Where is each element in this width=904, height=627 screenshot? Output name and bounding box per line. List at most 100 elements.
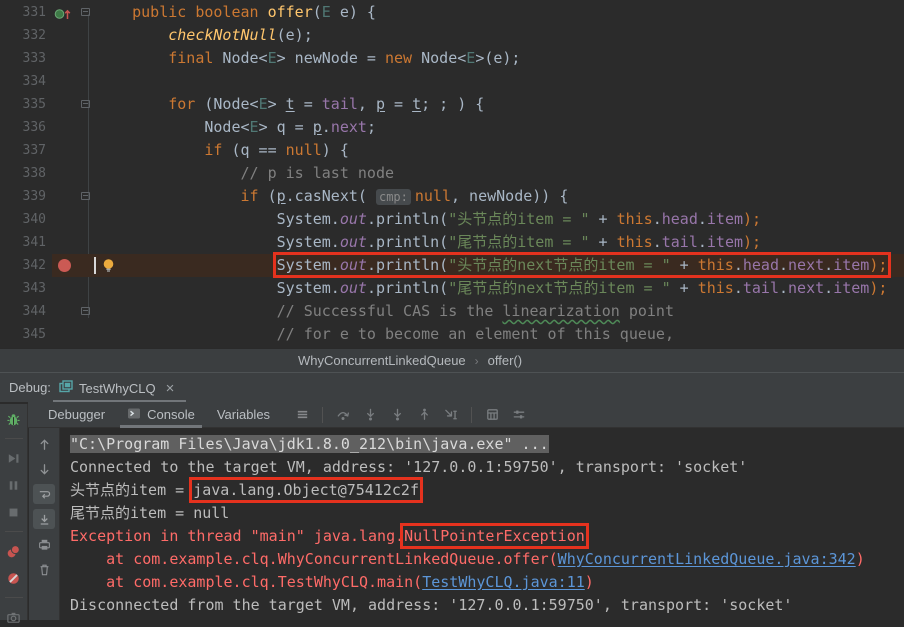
console-text: at com.example.clq.WhyConcurrentLinkedQu…	[70, 550, 558, 568]
view-breakpoints-icon[interactable]	[3, 541, 25, 561]
soft-wrap-icon[interactable]	[33, 484, 55, 504]
gutter[interactable]	[52, 185, 78, 208]
run-to-cursor-icon[interactable]	[440, 405, 462, 425]
code-text[interactable]: System.out.println("头节点的next节点的item = " …	[94, 252, 904, 280]
gutter[interactable]	[52, 254, 78, 277]
gutter[interactable]	[52, 24, 78, 47]
breadcrumb-class[interactable]: WhyConcurrentLinkedQueue	[298, 353, 466, 368]
code-text[interactable]: // p is last node	[96, 162, 904, 185]
code-text[interactable]: checkNotNull(e);	[96, 24, 904, 47]
code-line: 335 for (Node<E> t = tail, p = t; ; ) {	[0, 93, 904, 116]
console-text: Exception in thread "main" java.lang.	[70, 527, 405, 545]
gutter[interactable]	[52, 47, 78, 70]
code-text[interactable]: if (p.casNext( cmp: null, newNode)) {	[96, 185, 904, 208]
intention-bulb-icon[interactable]	[102, 257, 115, 280]
fold-marker-icon[interactable]	[81, 192, 90, 200]
separator	[471, 406, 473, 423]
code-text[interactable]: System.out.println("头节点的item = " + this.…	[96, 208, 904, 231]
code-text[interactable]: // for e to become an element of this qu…	[96, 323, 904, 346]
fold-column	[78, 70, 96, 93]
close-icon[interactable]: ×	[166, 381, 175, 396]
code-text[interactable]	[96, 70, 904, 93]
clear-all-icon[interactable]	[33, 559, 55, 579]
code-text[interactable]: public boolean offer(E e) {	[96, 1, 904, 24]
fold-column	[78, 162, 96, 185]
annotation-red-box: NullPointerException	[400, 523, 589, 549]
thread-dump-camera-icon[interactable]	[3, 607, 25, 627]
step-out-icon[interactable]	[413, 405, 435, 425]
line-number: 345	[22, 327, 46, 342]
debug-toolbar-row: Debugger Console Variables	[28, 402, 904, 428]
caret	[94, 257, 96, 274]
tab-debugger[interactable]: Debugger	[37, 402, 116, 428]
up-the-stack-icon[interactable]	[33, 434, 55, 454]
breakpoint-icon[interactable]	[58, 259, 71, 272]
stop-icon[interactable]	[3, 502, 25, 522]
code-line: 333 final Node<E> newNode = new Node<E>(…	[0, 47, 904, 70]
code-text[interactable]: System.out.println("尾节点的item = " + this.…	[96, 231, 904, 254]
console-line: Disconnected from the target VM, address…	[70, 594, 904, 617]
gutter[interactable]	[52, 162, 78, 185]
console-text: )	[855, 550, 865, 568]
resume-icon[interactable]	[3, 448, 25, 468]
console-line: Connected to the target VM, address: '12…	[70, 456, 904, 479]
gutter[interactable]	[52, 1, 78, 24]
pause-icon[interactable]	[3, 475, 25, 495]
code-text[interactable]: // Successful CAS is the linearization p…	[96, 300, 904, 323]
fold-column	[78, 116, 96, 139]
code-editor[interactable]: 331 public boolean offer(E e) {332 check…	[0, 0, 904, 348]
debug-session-tab[interactable]: TestWhyCLQ ×	[53, 373, 186, 403]
gutter[interactable]	[52, 70, 78, 93]
stack-trace-link[interactable]: WhyConcurrentLinkedQueue.java:342	[558, 550, 856, 568]
code-line: 340 System.out.println("头节点的item = " + t…	[0, 208, 904, 231]
gutter[interactable]	[52, 139, 78, 162]
console-text: )	[584, 573, 594, 591]
code-line: 341 System.out.println("尾节点的item = " + t…	[0, 231, 904, 254]
separator	[4, 531, 23, 532]
console-output[interactable]: "C:\Program Files\Java\jdk1.8.0_212\bin\…	[60, 428, 904, 620]
gutter[interactable]	[52, 323, 78, 346]
line-number: 334	[22, 74, 46, 89]
gutter[interactable]	[52, 300, 78, 323]
fold-marker-icon[interactable]	[81, 8, 90, 16]
debug-window-icon	[59, 380, 73, 396]
console-line: "C:\Program Files\Java\jdk1.8.0_212\bin\…	[70, 433, 904, 456]
code-text[interactable]: Node<E> q = p.next;	[96, 116, 904, 139]
scroll-to-end-icon[interactable]	[33, 509, 55, 529]
gutter[interactable]	[52, 277, 78, 300]
gutter[interactable]	[52, 93, 78, 116]
debug-header-row: Debug: TestWhyCLQ ×	[0, 372, 904, 403]
code-line: 336 Node<E> q = p.next;	[0, 116, 904, 139]
code-lines: 331 public boolean offer(E e) {332 check…	[0, 1, 904, 346]
line-number: 342	[22, 258, 46, 273]
console-side-toolbar	[29, 428, 60, 620]
fold-column	[78, 300, 96, 323]
code-text[interactable]: final Node<E> newNode = new Node<E>(e);	[96, 47, 904, 70]
print-icon[interactable]	[33, 534, 55, 554]
console-text: "C:\Program Files\Java\jdk1.8.0_212\bin\…	[70, 435, 549, 453]
down-the-stack-icon[interactable]	[33, 459, 55, 479]
step-over-icon[interactable]	[332, 405, 354, 425]
gutter[interactable]	[52, 208, 78, 231]
step-into-icon[interactable]	[359, 405, 381, 425]
tab-console[interactable]: Console	[116, 402, 206, 428]
fold-column	[78, 231, 96, 254]
code-text[interactable]: System.out.println("尾节点的next节点的item = " …	[96, 277, 904, 300]
settings-menu-icon[interactable]	[291, 405, 313, 425]
gutter[interactable]	[52, 231, 78, 254]
rerun-debug-icon[interactable]	[3, 409, 25, 429]
tab-variables[interactable]: Variables	[206, 402, 281, 428]
evaluate-expression-icon[interactable]	[481, 405, 503, 425]
line-number: 343	[22, 281, 46, 296]
gutter[interactable]	[52, 116, 78, 139]
code-text[interactable]: if (q == null) {	[96, 139, 904, 162]
mute-breakpoints-icon[interactable]	[3, 568, 25, 588]
fold-marker-icon[interactable]	[81, 307, 90, 315]
layout-settings-icon[interactable]	[508, 405, 530, 425]
fold-marker-icon[interactable]	[81, 100, 90, 108]
code-text[interactable]: for (Node<E> t = tail, p = t; ; ) {	[96, 93, 904, 116]
stack-trace-link[interactable]: TestWhyCLQ.java:11	[422, 573, 585, 591]
breadcrumb-method[interactable]: offer()	[488, 353, 522, 368]
step-toolbar	[291, 405, 530, 425]
force-step-into-icon[interactable]	[386, 405, 408, 425]
